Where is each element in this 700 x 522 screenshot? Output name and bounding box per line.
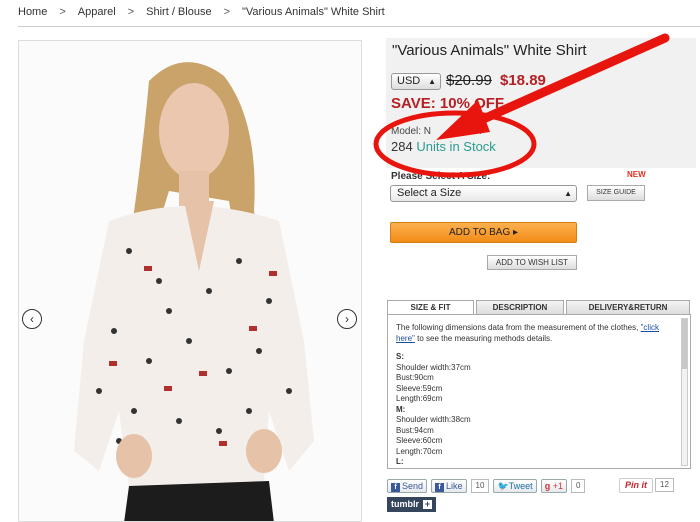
stock-count: 284 xyxy=(391,139,413,154)
size-fit-text: The following dimensions data from the m… xyxy=(396,323,666,468)
discount-text: SAVE: 10% OFF xyxy=(391,95,505,112)
size-label: Please Select A Size: xyxy=(391,171,491,182)
twitter-icon: 🐦 xyxy=(497,481,509,491)
panel-scrollbar[interactable] xyxy=(681,318,688,466)
tweet-label: Tweet xyxy=(508,481,533,491)
size-fit-panel: The following dimensions data from the m… xyxy=(387,314,691,469)
size-l-heading: L: xyxy=(396,457,404,466)
google-plus-button[interactable]: g +1 xyxy=(540,479,567,493)
select-arrows-icon: ▲ xyxy=(564,189,572,198)
select-arrows-icon: ▲ xyxy=(428,77,436,86)
plus-icon: + xyxy=(423,499,432,509)
tumblr-label: tumblr xyxy=(391,499,419,509)
model-photo xyxy=(19,41,361,521)
size-select[interactable]: Select a Size ▲ xyxy=(390,185,577,202)
product-title: "Various Animals" White Shirt xyxy=(392,42,587,59)
info-tabs: SIZE & FIT DESCRIPTION DELIVERY&RETURN xyxy=(387,300,690,315)
prev-image-button[interactable]: ‹ xyxy=(22,309,42,329)
add-to-bag-button[interactable]: ADD TO BAG ▸ xyxy=(390,222,577,243)
google-plus-icon: g xyxy=(544,481,553,491)
model-suffix: 697 xyxy=(467,126,484,137)
new-badge: NEW xyxy=(627,170,646,179)
model-label: Model: N xyxy=(391,126,432,137)
google-plus-count: 0 xyxy=(570,479,586,493)
breadcrumb-separator: > xyxy=(59,6,66,18)
stock-label: Units in Stock xyxy=(416,139,496,154)
tab-delivery-return[interactable]: DELIVERY&RETURN xyxy=(566,300,690,315)
product-image xyxy=(18,40,362,522)
currency-value: USD xyxy=(397,75,421,87)
original-price: $20.99 xyxy=(446,72,492,89)
facebook-like-button[interactable]: f Like xyxy=(431,479,467,493)
size-m-line: Sleeve:60cm xyxy=(396,436,443,445)
size-fit-intro: The following dimensions data from the m… xyxy=(396,323,639,332)
size-guide-button[interactable]: SIZE GUIDE xyxy=(587,185,645,201)
breadcrumb-separator: > xyxy=(127,6,135,18)
size-m-heading: M: xyxy=(396,404,406,414)
tab-description[interactable]: DESCRIPTION xyxy=(476,300,564,315)
facebook-like-count: 10 xyxy=(470,479,490,493)
breadcrumb-separator: > xyxy=(223,6,230,18)
facebook-icon: f xyxy=(391,483,400,492)
breadcrumb-current: "Various Animals" White Shirt xyxy=(242,6,385,18)
tweet-button[interactable]: 🐦Tweet xyxy=(493,479,537,493)
size-m-line: Length:70cm xyxy=(396,446,443,456)
pinterest-count: 12 xyxy=(655,478,674,492)
google-plus-label: +1 xyxy=(552,481,563,491)
size-s-line: Shoulder width:37cm xyxy=(396,362,471,372)
size-m-line: Bust:94cm xyxy=(396,425,434,435)
size-s-line: Length:69cm xyxy=(396,394,443,403)
size-specs: S: Shoulder width:37cm Bust:90cm Sleeve:… xyxy=(396,352,666,468)
add-to-wishlist-button[interactable]: ADD TO WISH LIST xyxy=(487,255,577,270)
social-share-bar: f Send f Like 10 🐦Tweet g +1 0 xyxy=(387,479,586,493)
stock-status: 284 Units in Stock xyxy=(391,139,496,154)
facebook-send-label: Send xyxy=(402,481,424,491)
size-m-line: Shoulder width:38cm xyxy=(396,415,471,424)
currency-select[interactable]: USD ▲ xyxy=(391,73,441,90)
model-number: Model: N 697 xyxy=(391,126,484,137)
tumblr-share-button[interactable]: tumblr + xyxy=(387,497,436,512)
breadcrumb-apparel[interactable]: Apparel xyxy=(78,6,116,18)
size-fit-intro-end: to see the measuring methods details. xyxy=(417,333,553,343)
facebook-send-button[interactable]: f Send xyxy=(387,479,428,493)
facebook-icon: f xyxy=(435,483,445,492)
header-divider xyxy=(18,26,700,27)
breadcrumb: Home > Apparel > Shirt / Blouse > "Vario… xyxy=(18,6,385,18)
size-s-heading: S: xyxy=(396,352,404,361)
facebook-like-label: Like xyxy=(446,481,463,491)
next-image-button[interactable]: › xyxy=(337,309,357,329)
pinterest-pin-button[interactable]: Pin it xyxy=(619,478,653,493)
scrollbar-thumb[interactable] xyxy=(682,319,687,369)
size-s-line: Sleeve:59cm xyxy=(396,383,443,393)
size-s-line: Bust:90cm xyxy=(396,373,434,382)
size-select-value: Select a Size xyxy=(397,187,462,199)
breadcrumb-home[interactable]: Home xyxy=(18,6,47,18)
tab-size-fit[interactable]: SIZE & FIT xyxy=(387,300,474,315)
breadcrumb-shirt-blouse[interactable]: Shirt / Blouse xyxy=(146,6,211,18)
sale-price: $18.89 xyxy=(500,72,546,89)
